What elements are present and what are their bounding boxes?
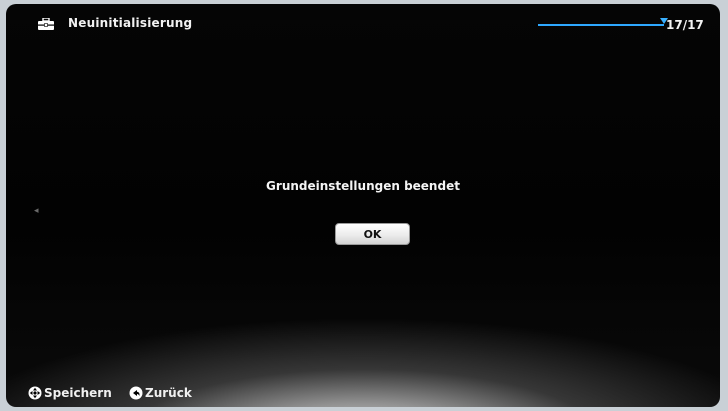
left-arrow-icon: ◂ (34, 206, 39, 216)
progress-fill (538, 24, 664, 26)
tv-screen: Neuinitialisierung 17/17 ◂ Grundeinstell… (6, 4, 720, 407)
page-title: Neuinitialisierung (68, 16, 193, 30)
back-icon (129, 386, 143, 400)
back-hint-label: Zurück (145, 386, 192, 400)
toolbox-icon (38, 18, 54, 30)
back-hint[interactable]: Zurück (129, 386, 192, 400)
save-hint-label: Speichern (44, 386, 112, 400)
header-bar: Neuinitialisierung 17/17 (6, 4, 720, 44)
save-hint[interactable]: Speichern (28, 386, 112, 400)
ok-button[interactable]: OK (335, 223, 410, 245)
dpad-select-icon (28, 386, 42, 400)
tv-frame: Neuinitialisierung 17/17 ◂ Grundeinstell… (0, 0, 728, 411)
page-counter: 17/17 (666, 18, 704, 32)
progress-bar (538, 18, 668, 26)
completion-message: Grundeinstellungen beendet (266, 179, 460, 193)
